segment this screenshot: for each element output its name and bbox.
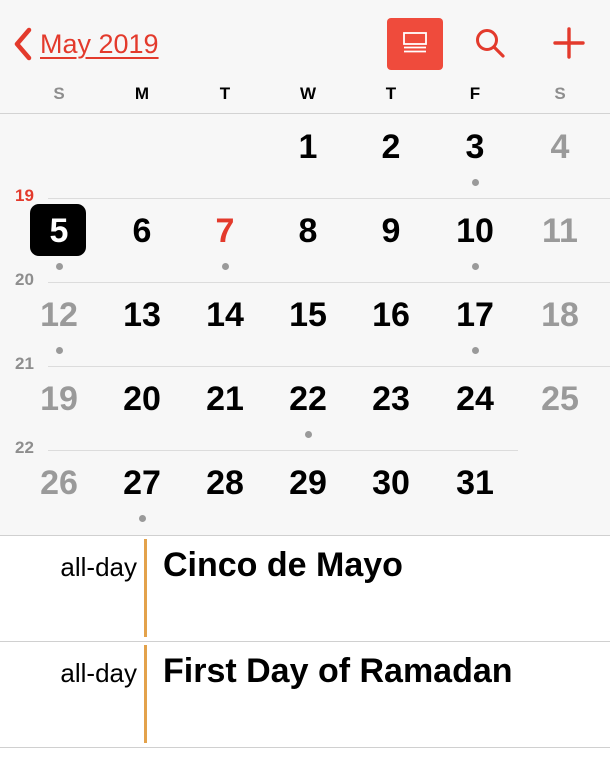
event-indicator-dot [55, 347, 63, 354]
day-number: 14 [206, 296, 244, 334]
day-cell-selected[interactable]: 5 [24, 204, 94, 256]
day-number: 21 [206, 380, 244, 418]
day-cell[interactable]: 3 [440, 122, 510, 172]
event-time: all-day [60, 552, 137, 582]
day-number: 7 [215, 212, 235, 250]
event-calendar-color-bar [144, 645, 147, 743]
day-cell[interactable]: 30 [356, 458, 426, 508]
day-cell[interactable]: 17 [440, 290, 510, 340]
day-cell[interactable]: 18 [525, 290, 595, 340]
day-number: 31 [456, 464, 494, 502]
day-cell[interactable]: 8 [273, 206, 343, 256]
day-number: 1 [298, 128, 318, 166]
week-number: 22 [15, 438, 34, 457]
day-cell[interactable]: 16 [356, 290, 426, 340]
day-number: 24 [456, 380, 494, 418]
day-number: 9 [381, 212, 401, 250]
day-cell[interactable]: 28 [190, 458, 260, 508]
event-indicator-dot [471, 179, 479, 186]
day-number: 2 [381, 128, 401, 166]
day-number: 12 [40, 296, 78, 334]
day-cell[interactable]: 31 [440, 458, 510, 508]
day-cell[interactable]: 12 [24, 290, 94, 340]
day-number: 30 [372, 464, 410, 502]
event-indicator-dot [55, 263, 63, 270]
day-number: 11 [542, 212, 578, 250]
day-cell[interactable]: 29 [273, 458, 343, 508]
day-cell[interactable]: 24 [440, 374, 510, 424]
day-number: 20 [123, 380, 161, 418]
day-number: 5 [49, 212, 69, 250]
day-cell[interactable]: 25 [525, 374, 595, 424]
day-cell[interactable]: 23 [356, 374, 426, 424]
event-indicator-dot [471, 263, 479, 270]
event-indicator-dot [221, 263, 229, 270]
day-number: 18 [541, 296, 579, 334]
day-cell[interactable]: 21 [190, 374, 260, 424]
event-row[interactable]: all-day First Day of Ramadan [0, 642, 610, 746]
week-separator [48, 198, 610, 199]
week-separator [48, 282, 610, 283]
day-number: 28 [206, 464, 244, 502]
day-number: 19 [40, 380, 78, 418]
event-title: Cinco de Mayo [163, 546, 403, 584]
week-number: 19 [15, 186, 34, 205]
day-cell[interactable]: 2 [356, 122, 426, 172]
day-cell[interactable]: 15 [273, 290, 343, 340]
event-calendar-color-bar [144, 539, 147, 637]
day-number: 22 [289, 380, 327, 418]
day-number: 17 [456, 296, 494, 334]
week-number: 20 [15, 270, 34, 289]
week-number: 21 [15, 354, 34, 373]
day-cell[interactable]: 7 [190, 206, 260, 256]
month-grid: 1 2 3 4 19 5 6 7 8 9 10 11 20 12 13 14 15 16 17 18 21 19 20 21 2… [0, 0, 610, 535]
event-list: all-day Cinco de Mayo all-day First Day … [0, 536, 610, 765]
day-cell[interactable]: 13 [107, 290, 177, 340]
day-number: 25 [541, 380, 579, 418]
day-number: 4 [550, 128, 570, 166]
day-number: 16 [372, 296, 410, 334]
event-indicator-dot [304, 431, 312, 438]
day-cell[interactable]: 1 [273, 122, 343, 172]
week-separator [48, 450, 518, 451]
day-cell[interactable]: 22 [273, 374, 343, 424]
day-cell[interactable]: 19 [24, 374, 94, 424]
day-cell[interactable]: 6 [107, 206, 177, 256]
day-number: 8 [298, 212, 318, 250]
event-divider [0, 747, 610, 748]
event-title: First Day of Ramadan [163, 652, 513, 690]
day-cell[interactable]: 27 [107, 458, 177, 508]
day-number: 3 [465, 128, 485, 166]
day-number: 15 [289, 296, 327, 334]
day-cell[interactable]: 26 [24, 458, 94, 508]
day-cell[interactable]: 11 [525, 206, 595, 256]
day-number: 13 [123, 296, 161, 334]
day-cell[interactable]: 4 [525, 122, 595, 172]
day-cell[interactable]: 10 [440, 206, 510, 256]
week-separator [48, 366, 610, 367]
day-number: 29 [289, 464, 327, 502]
day-cell[interactable]: 20 [107, 374, 177, 424]
day-number: 6 [132, 212, 152, 250]
day-cell[interactable]: 14 [190, 290, 260, 340]
event-time: all-day [60, 658, 137, 688]
event-indicator-dot [138, 515, 146, 522]
event-indicator-dot [471, 347, 479, 354]
day-cell[interactable]: 9 [356, 206, 426, 256]
day-number: 27 [123, 464, 161, 502]
event-row[interactable]: all-day Cinco de Mayo [0, 536, 610, 640]
day-number: 26 [40, 464, 78, 502]
day-number: 23 [372, 380, 410, 418]
day-number: 10 [456, 212, 494, 250]
